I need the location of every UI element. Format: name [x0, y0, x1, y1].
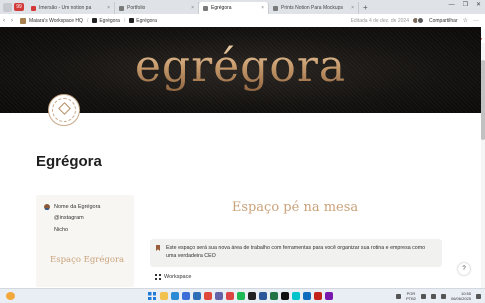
profile-card: Nome da Egrégora @instagram Nicho Espaço…: [36, 195, 134, 287]
new-tab-button[interactable]: +: [359, 2, 372, 14]
outlook-icon[interactable]: [303, 292, 311, 300]
clock[interactable]: 10:55 06/06/2025: [451, 291, 471, 301]
breadcrumb-separator: /: [86, 17, 89, 24]
callout-text: Este espaço será sua nova área de trabal…: [166, 245, 426, 259]
prop-nome-da-egregora[interactable]: Nome da Egrégora: [44, 204, 100, 210]
breadcrumb-separator: /: [123, 17, 126, 24]
page-icon: [129, 17, 135, 23]
callout-block[interactable]: Este espaço será sua nova área de trabal…: [150, 239, 442, 267]
share-button[interactable]: Compartilhar: [429, 18, 458, 24]
back-arrow-icon[interactable]: ‹: [0, 18, 8, 24]
store-icon[interactable]: [182, 292, 190, 300]
breadcrumb-egregora-current[interactable]: Egrégora: [129, 18, 157, 24]
workspace-icon: [20, 17, 26, 24]
scrollbar-thumb[interactable]: [481, 60, 485, 140]
bookmark-icon: [156, 245, 160, 251]
breadcrumb-egregora-parent[interactable]: Egrégora: [92, 18, 120, 24]
start-button-icon[interactable]: [148, 292, 156, 300]
person-icon: [44, 204, 50, 210]
battery-icon[interactable]: [440, 293, 446, 299]
close-window-button[interactable]: ✕: [476, 0, 481, 12]
notification-bell-icon[interactable]: [476, 293, 481, 299]
page-icon: [92, 17, 98, 23]
spotify-icon[interactable]: [237, 292, 245, 300]
workspace-link[interactable]: Workspace: [155, 274, 191, 280]
card-script-title: Espaço Egrégora: [50, 255, 125, 265]
close-tab-icon[interactable]: ×: [347, 5, 354, 11]
tab-imersao[interactable]: Imersão - Um notion pa ×: [27, 2, 115, 14]
excel-icon[interactable]: [270, 292, 278, 300]
notion-tab-icon: [273, 5, 278, 11]
breadcrumb-workspace[interactable]: Maiara's Workspace HQ: [29, 18, 83, 24]
forward-arrow-icon[interactable]: ›: [8, 18, 16, 24]
tab-egregora[interactable]: Egrégora ×: [199, 2, 269, 14]
file-explorer-icon[interactable]: [160, 292, 168, 300]
close-tab-icon[interactable]: ×: [103, 5, 110, 11]
window-controls: — ❐ ✕: [449, 0, 485, 12]
acrobat-icon[interactable]: [314, 292, 322, 300]
teams-icon[interactable]: [215, 292, 223, 300]
last-edited-label: Editada 4 de dez. de 2024: [350, 17, 409, 24]
page-title[interactable]: Egrégora: [36, 153, 102, 170]
egregora-tab-icon: [203, 5, 208, 11]
collaborator-avatars[interactable]: [411, 17, 424, 24]
grid-icon: [155, 274, 161, 280]
weather-widget-icon[interactable]: [6, 292, 15, 300]
more-options-icon[interactable]: ···: [473, 18, 479, 24]
screen: 99 Imersão - Um notion pa × Portfolio × …: [0, 0, 485, 303]
tab-prints-notion[interactable]: Prints Notion Para Mockups ×: [269, 2, 359, 14]
notification-badge[interactable]: 99: [14, 3, 24, 11]
minimize-button[interactable]: —: [449, 0, 455, 12]
system-tray: POR PTB2 10:55 06/06/2025: [395, 291, 481, 301]
capcut-icon[interactable]: [281, 292, 289, 300]
chrome-icon[interactable]: [204, 292, 212, 300]
notion-tab-icon: [119, 5, 124, 11]
edge-icon[interactable]: [171, 292, 179, 300]
page-icon-seal[interactable]: [48, 94, 80, 126]
help-button[interactable]: ?: [458, 263, 470, 275]
section-heading[interactable]: Espaço pé na mesa: [150, 200, 440, 215]
onenote-icon[interactable]: [325, 292, 333, 300]
browser-menu-icon[interactable]: [3, 3, 12, 12]
prop-instagram[interactable]: @instagram: [54, 215, 84, 221]
canva-icon[interactable]: [292, 292, 300, 300]
notion-icon[interactable]: [248, 292, 256, 300]
photos-icon[interactable]: [226, 292, 234, 300]
tab-portfolio[interactable]: Portfolio ×: [115, 2, 199, 14]
word-icon[interactable]: [259, 292, 267, 300]
input-language[interactable]: POR PTB2: [406, 291, 416, 301]
avatar: [416, 17, 424, 24]
wifi-icon[interactable]: [420, 293, 426, 299]
maximize-button[interactable]: ❐: [463, 0, 468, 12]
youtube-icon: [31, 5, 36, 11]
cover-wordmark: egrégora: [0, 41, 481, 92]
notion-topbar: ‹ › Maiara's Workspace HQ / Egrégora / E…: [0, 14, 485, 27]
prop-nicho[interactable]: Nicho: [54, 227, 68, 233]
close-tab-icon[interactable]: ×: [187, 5, 194, 11]
favorite-star-icon[interactable]: ☆: [463, 17, 468, 24]
windows-taskbar: POR PTB2 10:55 06/06/2025: [0, 288, 485, 303]
topbar-tools: Editada 4 de dez. de 2024 Compartilhar ☆…: [351, 17, 485, 24]
volume-icon[interactable]: [430, 293, 436, 299]
mail-icon[interactable]: [193, 292, 201, 300]
tray-chevron-icon[interactable]: [395, 293, 401, 299]
browser-tab-bar: 99 Imersão - Um notion pa × Portfolio × …: [0, 0, 485, 14]
close-tab-icon[interactable]: ×: [257, 5, 264, 11]
